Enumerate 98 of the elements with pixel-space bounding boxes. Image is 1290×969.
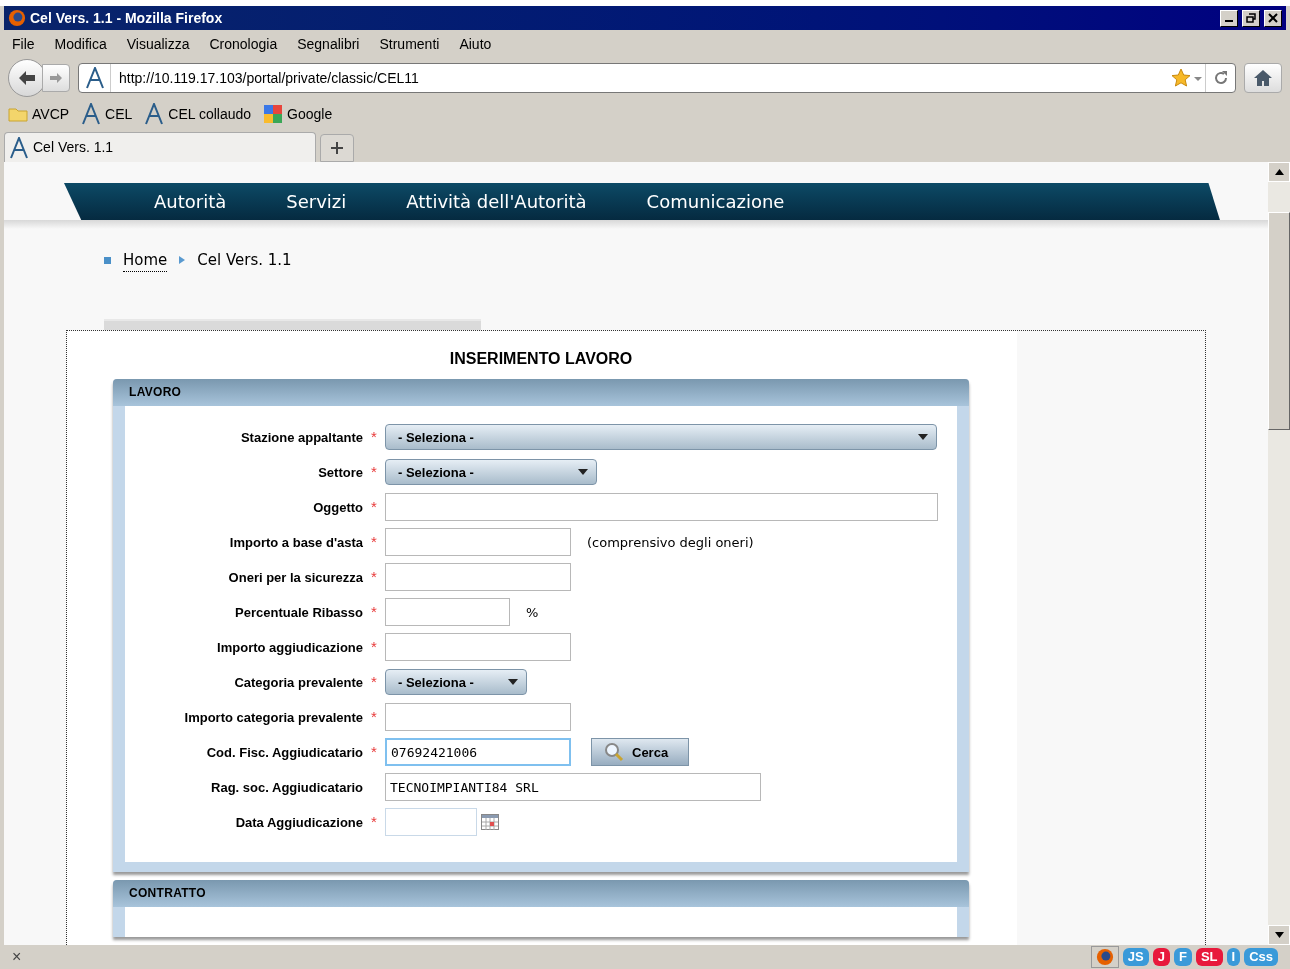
input-field[interactable] <box>385 598 510 627</box>
form-title: INSERIMENTO LAVORO <box>448 349 634 369</box>
minimize-icon <box>1225 20 1233 22</box>
letter-a-icon <box>144 103 165 125</box>
required-mark: * <box>371 427 377 448</box>
field-label: Cod. Fisc. Aggiudicatario <box>205 743 363 762</box>
panel-header: LAVORO <box>113 379 969 406</box>
select-dropdown[interactable]: - Seleziona - <box>385 669 527 696</box>
required-mark: * <box>371 602 377 623</box>
home-link[interactable]: Home <box>123 248 168 273</box>
nav-item[interactable]: Autorità <box>154 188 227 216</box>
required-mark: * <box>371 707 377 728</box>
field-label: Data Aggiudicazione <box>234 813 363 832</box>
menu-item[interactable]: Cronologia <box>209 33 278 55</box>
home-button[interactable] <box>1244 63 1282 93</box>
letter-a-icon <box>9 136 29 159</box>
close-button[interactable] <box>1264 9 1282 27</box>
address-bar[interactable]: http://10.119.17.103/portal/private/classic/CEL11 <box>78 63 1236 93</box>
addon-badge[interactable]: SL <box>1195 948 1223 966</box>
tab-label: Cel Vers. 1.1 <box>33 138 114 157</box>
field-label: Categoria prevalente <box>233 673 363 692</box>
up-arrow-icon[interactable] <box>1274 169 1284 175</box>
field-label: Importo aggiudicazione <box>216 638 363 657</box>
bookmark-label[interactable]: AVCP <box>32 103 70 125</box>
field-label: Percentuale Ribasso <box>234 603 363 622</box>
reload-icon[interactable] <box>1212 70 1229 86</box>
field-label: Importo categoria prevalente <box>183 708 363 727</box>
field-hint: % <box>526 603 539 622</box>
url-text: http://10.119.17.103/portal/private/classic/CEL11 <box>118 68 420 88</box>
field-label: Importo a base d'asta <box>228 533 363 552</box>
input-field[interactable]: 07692421006 <box>385 738 571 767</box>
firefox-icon <box>1095 948 1114 966</box>
plus-icon <box>330 141 344 155</box>
letter-a-icon <box>81 103 102 125</box>
restore-button[interactable] <box>1242 9 1260 27</box>
input-field[interactable] <box>385 493 938 522</box>
home-icon <box>1253 69 1273 87</box>
menu-item[interactable]: Visualizza <box>126 33 190 55</box>
required-mark: * <box>371 567 377 588</box>
nav-item[interactable]: Attività dell'Autorità <box>406 188 587 216</box>
required-mark: * <box>371 497 377 518</box>
calendar-icon[interactable] <box>481 814 499 831</box>
input-field[interactable] <box>385 703 571 732</box>
menu-item[interactable]: File <box>12 33 35 55</box>
select-dropdown[interactable]: - Seleziona - <box>385 459 597 486</box>
nav-item[interactable]: Servizi <box>286 188 347 216</box>
nav-item[interactable]: Comunicazione <box>646 188 785 216</box>
menu-item[interactable]: Strumenti <box>379 33 440 55</box>
panel-header: CONTRATTO <box>113 880 969 907</box>
required-mark: * <box>371 672 377 693</box>
menu-item[interactable]: Segnalibri <box>297 33 360 55</box>
field-label: Stazione appaltante <box>239 428 363 447</box>
caret-icon <box>578 468 588 477</box>
close-status-button[interactable]: × <box>12 945 1087 969</box>
addon-badge[interactable]: J <box>1152 948 1170 966</box>
input-field[interactable] <box>385 528 571 557</box>
search-button[interactable]: Cerca <box>591 738 689 767</box>
browser-tab[interactable]: Cel Vers. 1.1 <box>4 132 316 162</box>
input-field[interactable]: TECNOIMPIANTI84 SRL <box>385 773 761 802</box>
google-icon <box>263 104 284 124</box>
down-arrow-icon[interactable] <box>1274 932 1284 938</box>
current-page: Cel Vers. 1.1 <box>197 250 292 272</box>
restore-icon <box>1246 13 1256 23</box>
required-mark: * <box>371 532 377 553</box>
search-icon <box>604 742 624 763</box>
input-field[interactable] <box>385 633 571 662</box>
date-field[interactable] <box>385 808 477 837</box>
window-title: Cel Vers. 1.1 - Mozilla Firefox <box>30 8 224 28</box>
field-label: Settore <box>317 463 363 482</box>
required-mark: * <box>371 462 377 483</box>
input-field[interactable] <box>385 563 571 592</box>
field-label: Oggetto <box>312 498 363 517</box>
required-mark: * <box>371 812 377 833</box>
field-label: Oneri per la sicurezza <box>227 568 363 587</box>
chevron-icon <box>179 256 186 265</box>
new-tab-button[interactable] <box>320 134 354 162</box>
minimize-button[interactable] <box>1220 9 1238 27</box>
field-label: Rag. soc. Aggiudicatario <box>210 778 363 797</box>
bookmark-label[interactable]: Google <box>287 103 333 125</box>
required-mark: * <box>371 637 377 658</box>
star-icon[interactable] <box>1171 68 1191 88</box>
field-hint: (comprensivo degli oneri) <box>587 533 754 552</box>
required-mark: * <box>371 742 377 763</box>
scrollbar[interactable] <box>1268 162 1290 945</box>
caret-icon <box>508 678 518 687</box>
left-arrow-icon <box>18 70 36 86</box>
firefox-icon <box>8 9 26 27</box>
menu-item[interactable]: Aiuto <box>459 33 492 55</box>
close-icon <box>1268 13 1278 23</box>
bookmark-label[interactable]: CEL <box>105 103 133 125</box>
folder-icon <box>8 106 28 122</box>
right-arrow-icon <box>49 72 63 84</box>
bullet-icon <box>104 256 111 264</box>
bookmark-label[interactable]: CEL collaudo <box>168 103 252 125</box>
caret-icon <box>918 433 928 442</box>
menu-item[interactable]: Modifica <box>54 33 107 55</box>
select-dropdown[interactable]: - Seleziona - <box>385 424 937 451</box>
letter-a-icon <box>84 67 105 89</box>
